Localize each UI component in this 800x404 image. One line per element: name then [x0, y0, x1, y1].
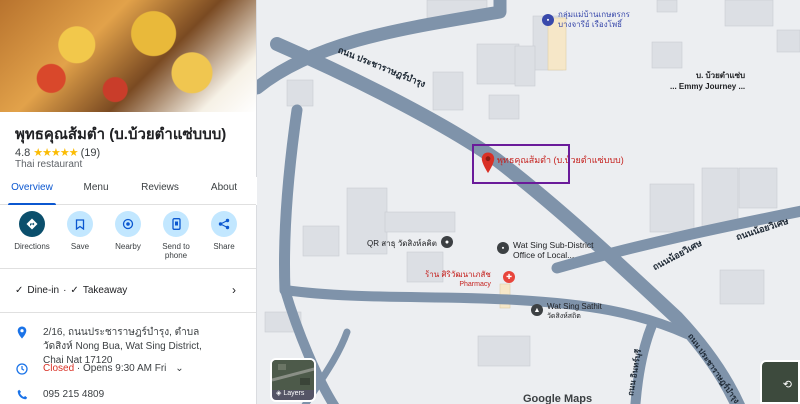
tab-menu[interactable]: Menu [64, 178, 128, 204]
address-text: 2/16, ถนนประชาราษฎร์บำรุง, ตำบลวัดสิงห์ … [43, 327, 202, 366]
separator: · [63, 285, 67, 296]
poi-farmer-group-line2: บางจารีย์ เรืองโพธิ์ [558, 20, 623, 29]
phone-call-icon [15, 389, 29, 400]
directions-button[interactable]: Directions [10, 211, 54, 260]
phone-number: 095 215 4809 [43, 389, 105, 400]
nearby-button[interactable]: Nearby [106, 211, 150, 260]
hours-status: Closed [43, 363, 75, 374]
poi-wat-sing-sathit[interactable]: Wat Sing Sathit วัดสิงห์สถิต [547, 302, 602, 322]
building-icon[interactable]: ▪ [497, 242, 509, 254]
review-count[interactable]: (19) [81, 147, 101, 159]
map-base [257, 0, 800, 404]
clock-icon [15, 363, 29, 375]
directions-icon [19, 211, 45, 237]
save-label: Save [70, 242, 90, 251]
phone-row[interactable]: 095 215 4809 [15, 389, 104, 400]
save-button[interactable]: Save [58, 211, 102, 260]
pharmacy-icon[interactable]: ✚ [503, 271, 515, 283]
poi-pharmacy[interactable]: ร้าน ศิริวัฒนาเภสัช Pharmacy [425, 270, 491, 290]
street-view-thumbnail[interactable]: ⟲ [760, 360, 800, 404]
divider [0, 268, 256, 269]
layers-button[interactable]: ◈ Layers [270, 358, 316, 402]
map-canvas[interactable]: ถนน ประชาราษฎร์บำรุง ถนนน้อยวิเศษ ถนนน้อ… [257, 0, 800, 404]
divider [0, 312, 256, 313]
hours-row[interactable]: Closed · Opens 9:30 AM Fri ⌄ [15, 363, 184, 375]
chevron-right-icon[interactable]: › [232, 283, 236, 297]
directions-label: Directions [14, 242, 50, 251]
share-button[interactable]: Share [202, 211, 246, 260]
rotate-icon: ⟲ [782, 379, 792, 391]
layers-text: Layers [283, 390, 305, 397]
nearby-icon [115, 211, 141, 237]
poi-wat-sing-sathit-line1: Wat Sing Sathit [547, 302, 602, 311]
location-pin-icon [15, 326, 29, 368]
takeaway-label: Takeaway [82, 285, 128, 296]
poi-district-office[interactable]: Wat Sing Sub-District Office of Local... [513, 240, 593, 260]
poi-pharmacy-line1: ร้าน ศิริวัฒนาเภสัช [425, 270, 491, 279]
lock-icon[interactable]: ▪ [542, 14, 554, 26]
rating-row: 4.8 ★★★★★ (19) [15, 146, 101, 160]
poi-emmy-line1: บ. บ้วยตำแซ่บ [696, 71, 746, 80]
satellite-thumbnail [272, 360, 314, 390]
poi-pharmacy-line2: Pharmacy [459, 281, 491, 288]
temple-icon[interactable]: ▲ [531, 304, 543, 316]
poi-farmer-group[interactable]: กลุ่มแม่บ้านเกษตรกร บางจารีย์ เรืองโพธิ์ [558, 10, 630, 30]
dine-in-label: Dine-in [27, 285, 60, 296]
poi-district-office-line2: Office of Local... [513, 250, 575, 260]
action-buttons: Directions Save Nearby Send to phone Sha… [0, 211, 256, 260]
layers-label: ◈ Layers [276, 389, 304, 397]
poi-emmy-line2: ... Emmy Journey ... [670, 82, 746, 91]
highlight-box [472, 144, 570, 184]
service-options[interactable]: ✓ Dine-in · ✓ Takeaway [15, 285, 127, 296]
tab-reviews[interactable]: Reviews [128, 178, 192, 204]
share-icon [211, 211, 237, 237]
poi-district-office-line1: Wat Sing Sub-District [513, 240, 594, 250]
poi-emmy[interactable]: บ. บ้วยตำแซ่บ ... Emmy Journey ... [670, 70, 745, 92]
nearby-label: Nearby [115, 242, 141, 251]
rating-value: 4.8 [15, 146, 31, 159]
hours-detail: · Opens 9:30 AM Fri [76, 363, 167, 374]
poi-qr-shop[interactable]: QR สาธุ วัดสิงห์ลคิต [367, 237, 437, 250]
tab-about[interactable]: About [192, 178, 256, 204]
shop-icon[interactable]: ● [441, 236, 453, 248]
check-icon: ✓ [70, 285, 79, 296]
layers-icon: ◈ [276, 390, 282, 397]
poi-wat-sing-sathit-line2: วัดสิงห์สถิต [547, 313, 581, 320]
stars-icon: ★★★★★ [33, 147, 78, 159]
send-to-phone-label: Send to phone [162, 242, 190, 260]
phone-icon [163, 211, 189, 237]
google-maps-logo: Google Maps [523, 393, 593, 404]
check-icon: ✓ [15, 285, 24, 296]
chevron-down-icon[interactable]: ⌄ [175, 363, 183, 374]
place-category[interactable]: Thai restaurant [15, 159, 82, 170]
place-photo[interactable] [0, 0, 256, 112]
address-row[interactable]: 2/16, ถนนประชาราษฎร์บำรุง, ตำบลวัดสิงห์ … [15, 326, 223, 368]
share-label: Share [213, 242, 235, 251]
tab-overview[interactable]: Overview [0, 178, 64, 205]
poi-farmer-group-line1: กลุ่มแม่บ้านเกษตรกร [558, 10, 630, 19]
send-to-phone-button[interactable]: Send to phone [154, 211, 198, 260]
place-title: พุทธคุณส้มตำ (บ.บ้วยตำแซ่บบบ) [15, 126, 227, 143]
bookmark-icon [67, 211, 93, 237]
place-panel: พุทธคุณส้มตำ (บ.บ้วยตำแซ่บบบ) 4.8 ★★★★★ … [0, 0, 257, 404]
place-tabs: Overview Menu Reviews About [0, 178, 256, 205]
